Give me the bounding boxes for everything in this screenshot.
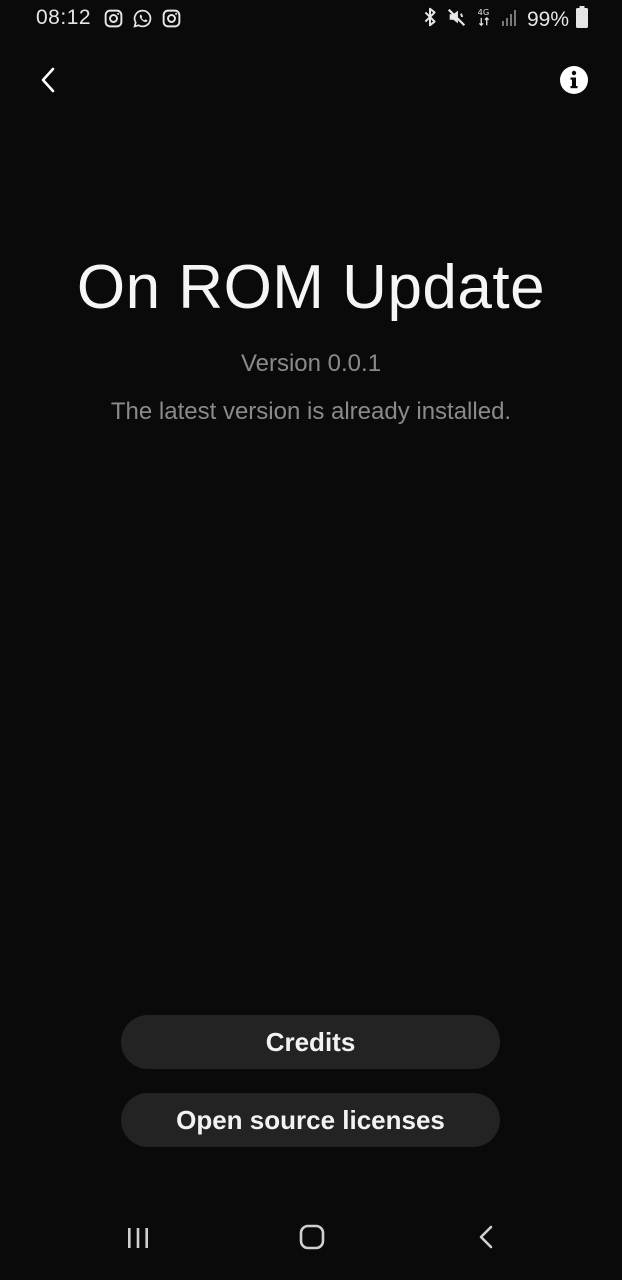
- nav-back-icon: [479, 1225, 493, 1249]
- battery-level: 99%: [526, 7, 569, 31]
- app-title: On ROM Update: [76, 253, 546, 322]
- whatsapp-icon: [132, 8, 153, 29]
- credits-button[interactable]: Credits: [121, 1015, 500, 1069]
- status-time: 08:12: [36, 6, 92, 29]
- version-label: Version 0.0.1: [240, 350, 382, 377]
- chevron-left-icon: [41, 67, 55, 93]
- status-bar: 08:12 4G 99%: [0, 0, 622, 38]
- bluetooth-icon: [421, 6, 439, 33]
- home-button[interactable]: [297, 1222, 327, 1252]
- notification-icons: [103, 8, 182, 29]
- back-button[interactable]: [30, 62, 66, 98]
- system-status-icons: 4G 99%: [421, 6, 588, 33]
- network-icon: 4G: [475, 6, 493, 33]
- mute-icon: [446, 6, 468, 33]
- navigation-bar: [0, 1204, 622, 1280]
- open-source-licenses-button[interactable]: Open source licenses: [121, 1093, 500, 1147]
- svg-text:4G: 4G: [478, 7, 490, 17]
- battery-icon: [576, 6, 588, 33]
- recent-apps-icon: [128, 1228, 148, 1248]
- update-status: The latest version is already installed.: [110, 398, 512, 425]
- app-bar: [0, 52, 622, 108]
- signal-icon: [500, 7, 520, 32]
- home-icon: [299, 1224, 325, 1250]
- instagram-icon: [161, 8, 182, 29]
- info-button[interactable]: [558, 64, 590, 96]
- recent-apps-button[interactable]: [124, 1224, 152, 1252]
- info-icon: [560, 66, 588, 94]
- nav-back-button[interactable]: [474, 1222, 498, 1252]
- instagram-icon: [103, 8, 124, 29]
